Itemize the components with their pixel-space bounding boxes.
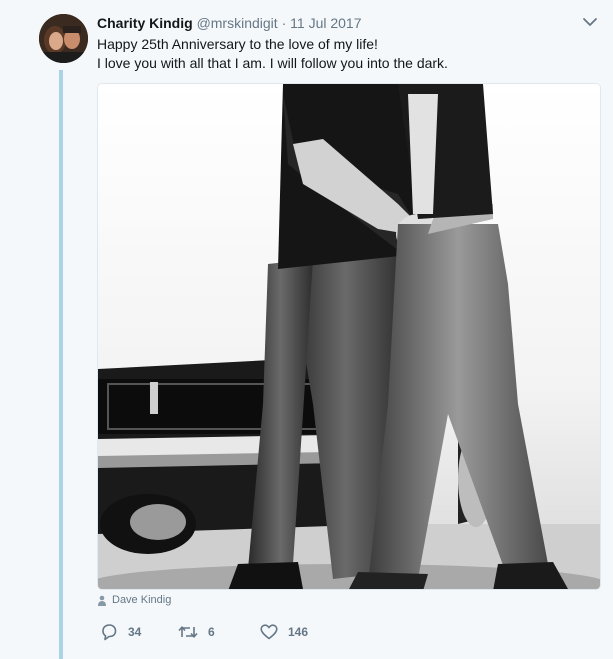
author-handle[interactable]: @mrskindigit: [197, 15, 278, 31]
tweet-text-line: I love you with all that I am. I will fo…: [97, 55, 448, 71]
heart-icon: [260, 624, 278, 640]
author-name[interactable]: Charity Kindig: [97, 15, 193, 31]
like-count: 146: [288, 625, 309, 639]
attribution-name[interactable]: Dave Kindig: [112, 594, 171, 606]
tweet-text-line: Happy 25th Anniversary to the love of my…: [97, 36, 378, 52]
tweet-text: Happy 25th Anniversary to the love of my…: [97, 35, 448, 73]
retweet-icon: [178, 626, 198, 638]
tweet-date[interactable]: 11 Jul 2017: [290, 15, 361, 31]
tweet-actions: 34 6 146: [100, 623, 340, 641]
reply-count: 34: [128, 625, 142, 639]
tweet-photo[interactable]: [97, 83, 601, 590]
tweet-header: Charity Kindig @mrskindigit · 11 Jul 201…: [97, 14, 362, 32]
reply-button[interactable]: 34: [100, 623, 178, 641]
thread-line: [59, 70, 63, 659]
avatar[interactable]: [39, 14, 88, 63]
more-options-button[interactable]: [581, 15, 599, 29]
media-attribution[interactable]: Dave Kindig: [98, 594, 171, 606]
retweet-count: 6: [208, 625, 215, 639]
like-button[interactable]: 146: [260, 624, 340, 640]
reply-icon: [102, 624, 117, 641]
person-icon: [98, 595, 106, 606]
chevron-down-icon: [583, 18, 597, 26]
separator: ·: [281, 15, 287, 31]
retweet-button[interactable]: 6: [178, 624, 260, 640]
